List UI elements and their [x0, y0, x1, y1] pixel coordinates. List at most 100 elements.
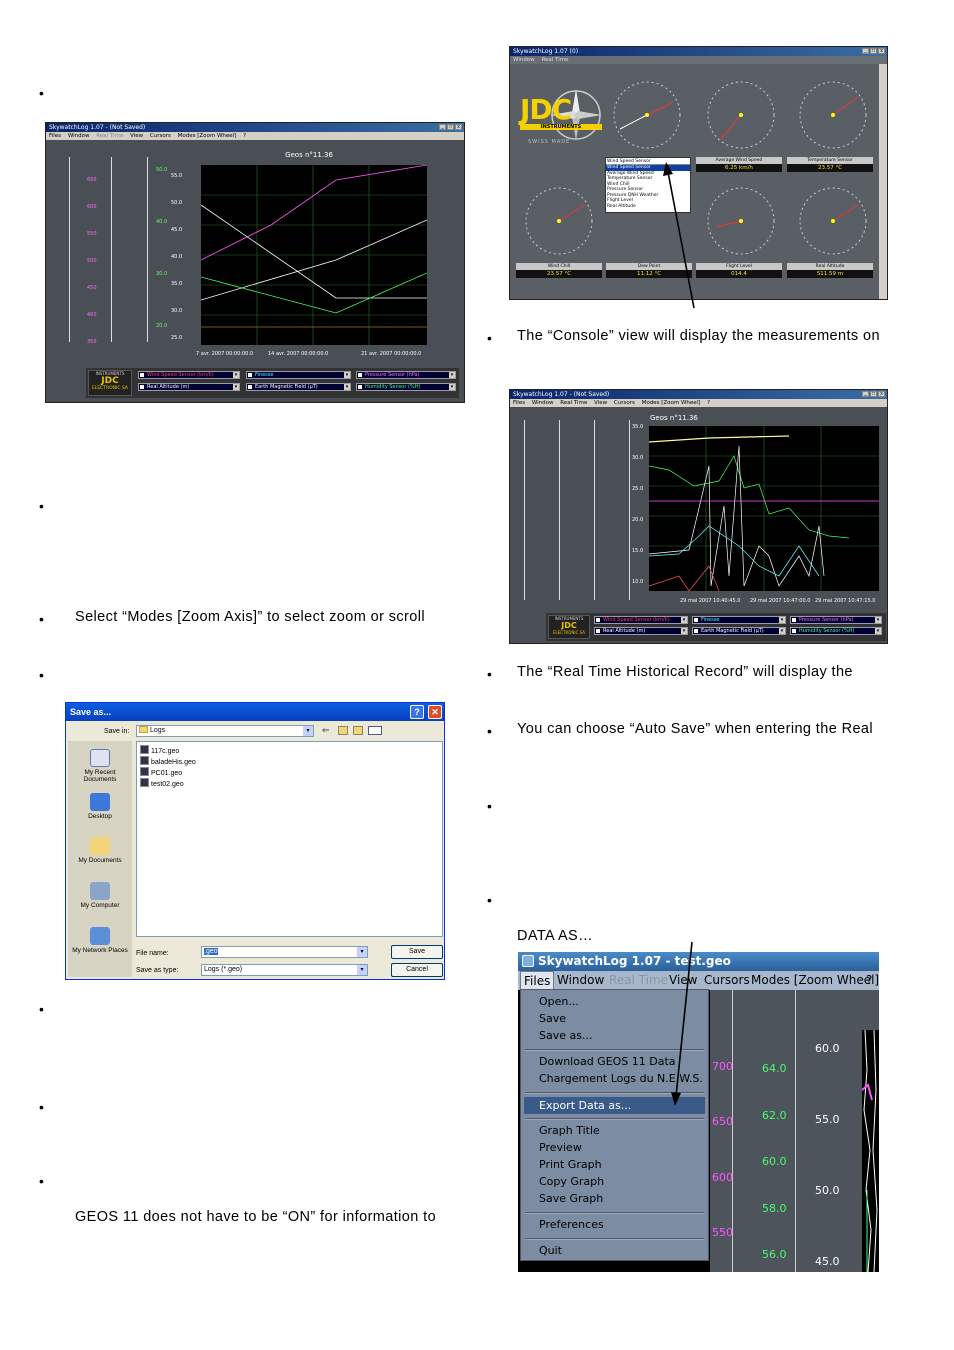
view-menu-icon[interactable]	[368, 726, 382, 735]
menu-real-time[interactable]: Real Time	[560, 400, 587, 406]
menu-window[interactable]: Window	[68, 133, 90, 139]
cancel-button[interactable]: Cancel	[391, 963, 443, 977]
bullet-5: •	[39, 1001, 44, 1017]
graph-plot	[862, 1030, 879, 1272]
menu-window[interactable]: Window	[557, 971, 604, 990]
save-button[interactable]: Save	[391, 945, 443, 959]
sensor-select[interactable]: Humidity Sensor (%H)	[356, 383, 456, 391]
place-label: My Network Places	[72, 947, 128, 954]
menu-item-copy[interactable]: Copy Graph	[539, 1175, 604, 1189]
menu-files[interactable]: Files	[49, 133, 61, 139]
menu-modes[interactable]: Modes [Zoom Wheel]	[642, 400, 701, 406]
menu-item-preferences[interactable]: Preferences	[539, 1218, 604, 1232]
sensor-select[interactable]: Real Altitude (m)	[594, 627, 688, 635]
swiss-made: SWISS MADE	[528, 139, 571, 145]
place-recent[interactable]: My Recent Documents	[68, 749, 132, 783]
axis-tick: 64.0	[762, 1062, 787, 1075]
file-name-label: File name:	[136, 950, 169, 957]
sensor-select[interactable]: Wind Speed Sensor (km/h)	[594, 616, 688, 624]
bullet-2: •	[39, 498, 44, 514]
y-tick: 45.0	[171, 227, 183, 233]
gauge-label: Wind Chill	[516, 263, 602, 270]
back-icon[interactable]: ⇐	[322, 725, 330, 736]
file-item[interactable]: test02.geo	[140, 778, 184, 790]
chevron-down-icon[interactable]: ▾	[357, 965, 367, 975]
axis-tick: 50.0	[156, 167, 168, 173]
save-type-select[interactable]: Logs (*.geo) ▾	[201, 964, 368, 976]
sensor-select[interactable]: Wind Speed Sensor (km/h)	[138, 371, 240, 379]
menu-item-graph-title[interactable]: Graph Title	[539, 1124, 600, 1138]
menu-bar: Files Window Real Time View Cursors Mode…	[518, 971, 879, 992]
menu-item-download[interactable]: Download GEOS 11 Data	[539, 1055, 676, 1069]
axis-tick: 20.0	[156, 323, 168, 329]
axis-tick: 62.0	[762, 1109, 787, 1122]
help-button[interactable]: ?	[410, 705, 424, 719]
gauge-dial	[799, 187, 867, 255]
menu-help[interactable]: ?	[243, 133, 246, 139]
menu-view[interactable]: View	[130, 133, 143, 139]
menu-item-save-graph[interactable]: Save Graph	[539, 1192, 603, 1206]
menu-files[interactable]: Files	[513, 400, 525, 406]
menu-real-time[interactable]: Real Time	[96, 133, 123, 139]
file-name-input[interactable]: .geo ▾	[201, 946, 368, 958]
menu-window[interactable]: Window	[513, 57, 535, 63]
menu-item-export[interactable]: Export Data as...	[539, 1099, 631, 1113]
sensor-select[interactable]: Humidity Sensor (%H)	[790, 627, 882, 635]
menu-view[interactable]: View	[594, 400, 607, 406]
menu-cursors[interactable]: Cursors	[150, 133, 171, 139]
menu-bar: Files Window Real Time View Cursors Mode…	[46, 132, 464, 140]
menu-item-open[interactable]: Open...	[539, 995, 579, 1009]
axis-tick: 30.0	[156, 271, 168, 277]
y-tick: 35.0	[632, 424, 644, 430]
menu-real-time[interactable]: Real Time	[609, 971, 668, 990]
menu-cursors[interactable]: Cursors	[614, 400, 635, 406]
menu-item-quit[interactable]: Quit	[539, 1244, 562, 1258]
sensor-select[interactable]: Real Altitude (m)	[138, 383, 240, 391]
new-folder-icon[interactable]	[353, 726, 363, 735]
menu-item-print[interactable]: Print Graph	[539, 1158, 602, 1172]
axis-tick: 650	[87, 177, 97, 183]
up-folder-icon[interactable]	[338, 726, 348, 735]
menu-real-time[interactable]: Real Time	[541, 57, 568, 63]
chevron-down-icon[interactable]: ▾	[357, 947, 367, 957]
menu-cursors[interactable]: Cursors	[704, 971, 750, 990]
sensor-select[interactable]: Earth Magnetic Field (µT)	[246, 383, 351, 391]
menu-item-save-as[interactable]: Save as...	[539, 1029, 592, 1043]
close-button[interactable]: ✕	[428, 705, 442, 719]
menu-modes[interactable]: Modes [Zoom Wheel]	[178, 133, 237, 139]
menu-help[interactable]: ?	[866, 971, 872, 990]
axis-tick: 56.0	[762, 1248, 787, 1261]
menu-item-save[interactable]: Save	[539, 1012, 566, 1026]
place-my-documents[interactable]: My Documents	[68, 837, 132, 864]
pointer-arrow	[663, 162, 695, 309]
paragraph-text: You can choose “Auto Save” when entering…	[517, 721, 874, 737]
menu-item-preview[interactable]: Preview	[539, 1141, 582, 1155]
sensor-select[interactable]: Pressure Sensor (hPa)	[790, 616, 882, 624]
logo-text: JDC	[520, 93, 572, 126]
axes-panel	[514, 412, 649, 604]
sensor-select[interactable]: Pressure Sensor (hPa)	[356, 371, 456, 379]
sensor-select[interactable]: Earth Magnetic Field (µT)	[692, 627, 786, 635]
chevron-down-icon[interactable]: ▾	[303, 726, 313, 736]
place-label: My Recent Documents	[83, 769, 117, 783]
scrollbar[interactable]	[879, 64, 887, 299]
menu-help[interactable]: ?	[707, 400, 710, 406]
place-network[interactable]: My Network Places	[68, 927, 132, 954]
menu-window[interactable]: Window	[532, 400, 554, 406]
y-tick: 40.0	[171, 254, 183, 260]
menu-modes[interactable]: Modes [Zoom Wheel]	[751, 971, 879, 990]
paragraph-auto-save: You can choose “Auto Save” when entering…	[517, 721, 908, 737]
sensor-select[interactable]: Finesse	[246, 371, 351, 379]
desktop-icon	[90, 793, 110, 811]
place-desktop[interactable]: Desktop	[68, 793, 132, 820]
graph-title: Geos n°11.36	[285, 151, 333, 159]
axis-tick: 400	[87, 312, 97, 318]
sensor-select[interactable]: Finesse	[692, 616, 786, 624]
gauge-value: 23.57 °C	[516, 270, 602, 278]
place-my-computer[interactable]: My Computer	[68, 882, 132, 909]
paragraph-text: The “Console” view will display the meas…	[517, 328, 880, 344]
window-title: SkywatchLog 1.07 (0)	[510, 47, 887, 56]
y-tick: 35.0	[171, 281, 183, 287]
save-in-select[interactable]: Logs ▾	[136, 725, 314, 737]
save-in-value: Logs	[150, 727, 166, 734]
